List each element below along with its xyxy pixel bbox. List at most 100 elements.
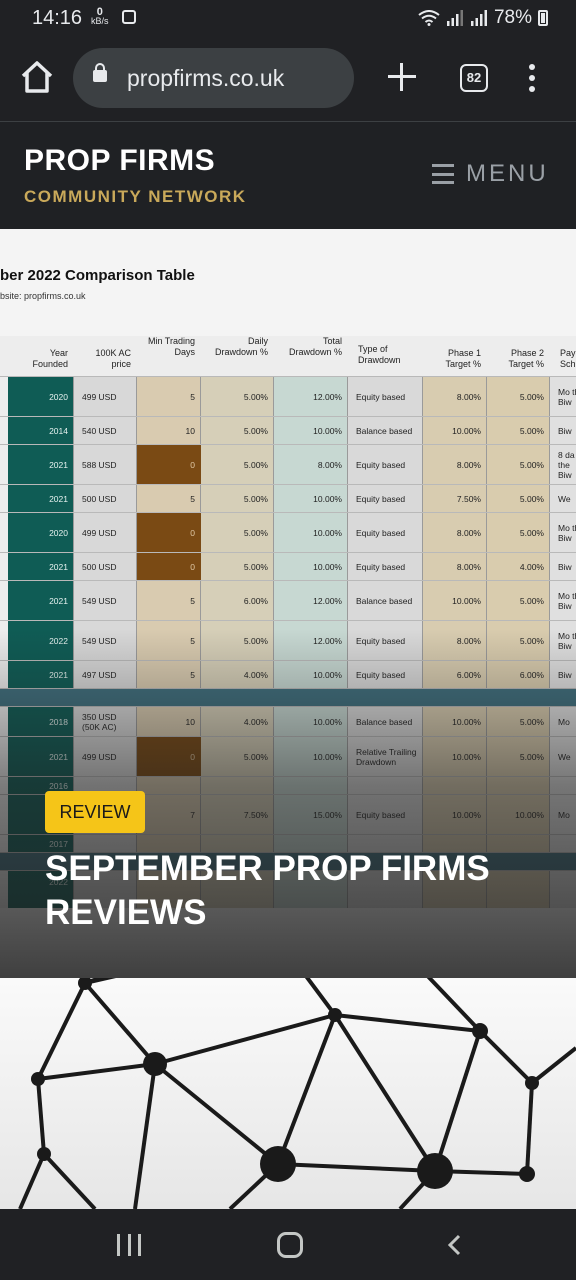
- status-bar: 14:16 0 kB/s 78%: [0, 0, 576, 36]
- table-cell: Balance based: [356, 595, 413, 606]
- table-row: 2020 499 USD 0 5.00% 10.00% Equity based 8.00%…: [0, 512, 576, 552]
- table-cell: 8 da the Biw: [558, 449, 575, 480]
- table-cell: 10.00%: [313, 493, 342, 504]
- table-image-website: bsite: propfirms.co.uk: [0, 291, 86, 301]
- table-cell: 2014: [49, 425, 68, 436]
- table-cell: 5.00%: [519, 493, 544, 504]
- home-icon[interactable]: [18, 58, 56, 96]
- table-row: 2021 549 USD 5 6.00% 12.00% Balance based 10.0…: [0, 580, 576, 620]
- table-cell: 499 USD: [82, 527, 117, 538]
- second-post-image[interactable]: [0, 978, 576, 1209]
- back-icon[interactable]: [444, 1234, 466, 1256]
- table-header-cell: 100K AC price: [95, 348, 131, 369]
- table-header-row: Year Founded 100K AC price Min Trading Day…: [0, 336, 576, 376]
- table-header-cell: Phase 2 Target %: [508, 348, 544, 369]
- table-cell: Equity based: [356, 561, 406, 572]
- table-image-header: ber 2022 Comparison Table bsite: propfir…: [0, 229, 576, 336]
- table-cell: 5.00%: [243, 391, 268, 402]
- table-cell: 0: [137, 553, 201, 580]
- table-cell: 8.00%: [317, 459, 342, 470]
- table-cell: 2021: [49, 459, 68, 470]
- address-bar[interactable]: propfirms.co.uk: [73, 48, 354, 108]
- table-header-cell: Daily Drawdown %: [214, 336, 268, 357]
- table-cell: 5.00%: [519, 527, 544, 538]
- table-cell: 2021: [49, 595, 68, 606]
- table-cell: 500 USD: [82, 493, 117, 504]
- table-cell: 10.00%: [452, 595, 481, 606]
- table-cell: Biw: [558, 425, 572, 436]
- table-cell: Mo the Biw: [558, 522, 576, 543]
- table-cell: 5.00%: [243, 425, 268, 436]
- recent-apps-icon[interactable]: [117, 1234, 141, 1256]
- table-cell: 5: [190, 595, 195, 606]
- table-cell: 8.00%: [456, 561, 481, 572]
- system-nav-bar: [0, 1209, 576, 1280]
- table-cell: 12.00%: [313, 391, 342, 402]
- more-menu-icon[interactable]: [529, 64, 537, 94]
- table-header-cell: Total Drawdown %: [288, 336, 342, 357]
- table-cell: 10.00%: [313, 527, 342, 538]
- post-title[interactable]: SEPTEMBER PROP FIRMS REVIEWS: [45, 847, 525, 935]
- table-cell: 7.50%: [456, 493, 481, 504]
- table-image-title: ber 2022 Comparison Table: [0, 267, 195, 284]
- hamburger-icon: [432, 164, 454, 184]
- table-cell: 5: [190, 493, 195, 504]
- table-cell: 8.00%: [456, 391, 481, 402]
- table-cell: Equity based: [356, 493, 406, 504]
- table-cell: 5.00%: [519, 391, 544, 402]
- signal-icon-2: [470, 10, 487, 26]
- table-cell: 10.00%: [313, 561, 342, 572]
- table-cell: Biw: [558, 561, 572, 572]
- wifi-icon: [418, 10, 440, 26]
- table-cell: 5.00%: [243, 561, 268, 572]
- status-right: 78%: [418, 7, 548, 29]
- table-cell: 549 USD: [82, 595, 117, 606]
- table-header-cell: Year Founded: [32, 348, 68, 369]
- category-badge[interactable]: REVIEW: [45, 791, 145, 833]
- net-speed-unit: kB/s: [91, 16, 109, 26]
- table-cell: 10.00%: [313, 425, 342, 436]
- new-tab-icon[interactable]: [388, 63, 416, 91]
- featured-post-card[interactable]: ber 2022 Comparison Table bsite: propfir…: [0, 229, 576, 978]
- table-cell: 5.00%: [243, 459, 268, 470]
- site-logo-title[interactable]: PROP FIRMS: [24, 144, 215, 178]
- home-button-icon[interactable]: [277, 1232, 303, 1258]
- table-cell: 5.00%: [519, 425, 544, 436]
- table-cell: 540 USD: [82, 425, 117, 436]
- lock-icon: [93, 63, 107, 82]
- table-cell: 5.00%: [519, 459, 544, 470]
- table-cell: 4.00%: [519, 561, 544, 572]
- site-header: PROP FIRMS COMMUNITY NETWORK MENU: [0, 122, 576, 229]
- table-cell: Equity based: [356, 459, 406, 470]
- table-cell: 5: [190, 391, 195, 402]
- table-cell: Mo the Biw: [558, 386, 576, 407]
- site-logo-subtitle: COMMUNITY NETWORK: [24, 187, 247, 206]
- menu-button[interactable]: MENU: [432, 160, 549, 188]
- table-row: 2021 500 USD 0 5.00% 10.00% Equity based 8.00%…: [0, 552, 576, 580]
- table-cell: 5.00%: [243, 493, 268, 504]
- table-cell: 6.00%: [243, 595, 268, 606]
- table-cell: We: [558, 493, 571, 504]
- table-cell: 2021: [49, 561, 68, 572]
- table-cell: 10.00%: [452, 425, 481, 436]
- table-cell: 2020: [49, 527, 68, 538]
- table-header-cell: Min Trading Days: [147, 336, 195, 357]
- browser-toolbar: propfirms.co.uk 82: [0, 36, 576, 122]
- table-cell: Balance based: [356, 425, 413, 436]
- table-row: 2020 499 USD 5 5.00% 12.00% Equity based 8.00%…: [0, 376, 576, 416]
- table-header-cell: Pay Sch: [560, 348, 576, 369]
- table-cell: Mo the Biw: [558, 590, 576, 611]
- table-header-cell: Type of Drawdown: [358, 344, 401, 365]
- table-cell: 499 USD: [82, 391, 117, 402]
- table-cell: 2021: [49, 493, 68, 504]
- table-cell: 12.00%: [313, 595, 342, 606]
- table-row: 2021 500 USD 5 5.00% 10.00% Equity based 7.50%…: [0, 484, 576, 512]
- tab-switcher-button[interactable]: 82: [460, 64, 488, 92]
- network-graphic: [18, 978, 576, 1209]
- table-cell: 588 USD: [82, 459, 117, 470]
- table-cell: 8.00%: [456, 527, 481, 538]
- table-cell: Equity based: [356, 527, 406, 538]
- table-cell: 5.00%: [519, 595, 544, 606]
- table-row: 2021 588 USD 0 5.00% 8.00% Equity based 8.00% 5…: [0, 444, 576, 484]
- table-cell: 2020: [49, 391, 68, 402]
